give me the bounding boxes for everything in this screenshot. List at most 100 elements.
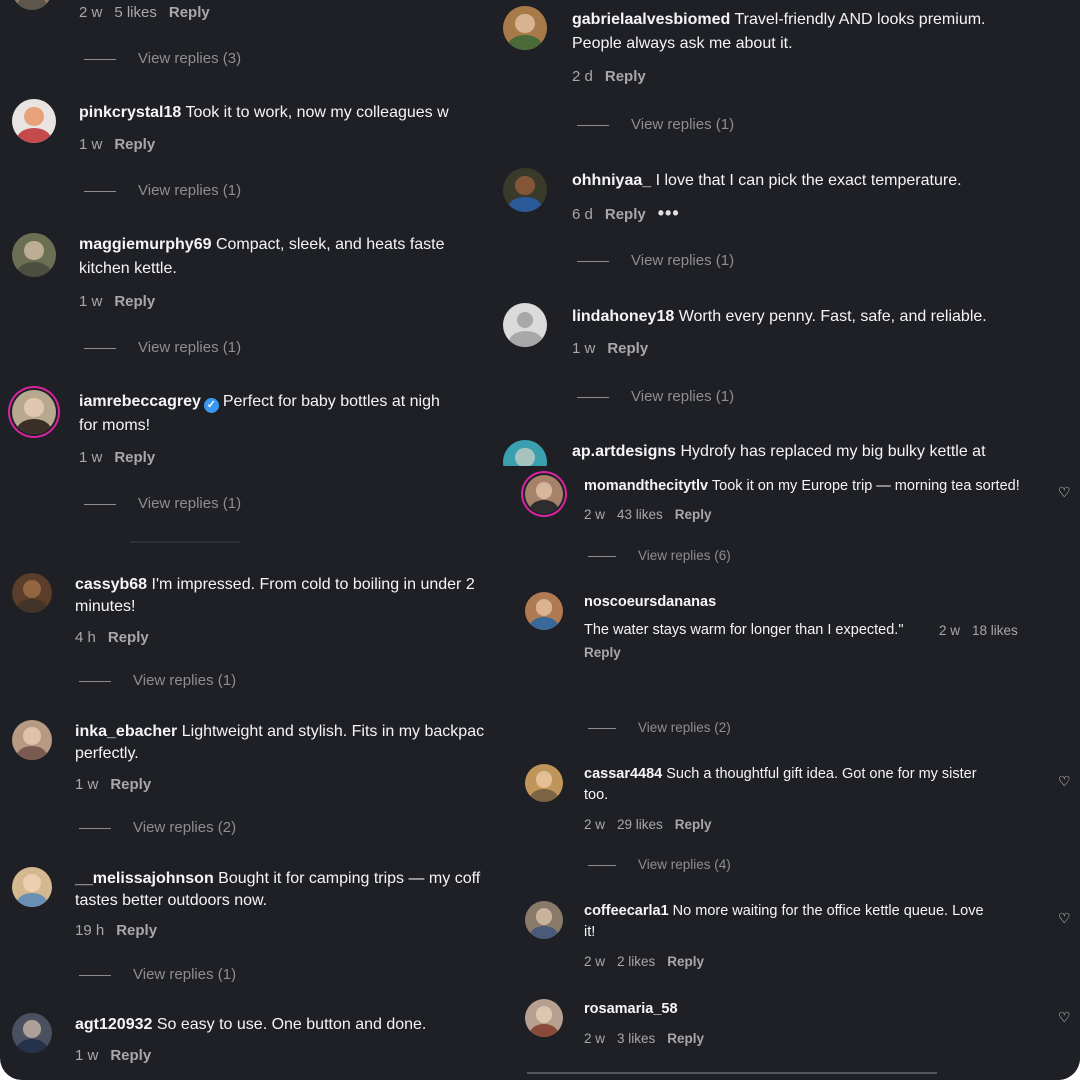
comment-time: 6 d xyxy=(572,206,593,223)
avatar[interactable] xyxy=(12,867,52,907)
reply-button[interactable]: Reply xyxy=(114,293,155,310)
view-replies-button[interactable]: View replies (2) xyxy=(79,818,236,838)
likes-count[interactable]: 2 likes xyxy=(617,954,655,969)
reply-button[interactable]: Reply xyxy=(607,340,648,357)
cut-line xyxy=(130,541,240,543)
reply-button[interactable]: Reply xyxy=(675,817,712,832)
comment-username[interactable]: iamrebeccagrey xyxy=(79,393,201,410)
comment-meta: 1 w Reply xyxy=(75,1046,163,1066)
comment-meta: 1 w Reply xyxy=(79,448,167,468)
comment-username[interactable]: gabrielaalvesbiomed xyxy=(572,11,730,28)
avatar[interactable] xyxy=(525,901,563,939)
reply-button[interactable]: Reply xyxy=(667,954,704,969)
like-heart-icon[interactable]: ♡ xyxy=(1058,911,1071,925)
comment-username[interactable]: maggiemurphy69 xyxy=(79,236,211,253)
comment-meta: 19 h Reply xyxy=(75,921,169,941)
view-replies-button[interactable]: View replies (1) xyxy=(84,181,241,201)
reply-button[interactable]: Reply xyxy=(169,4,210,21)
comment-meta: 6 d Reply ••• xyxy=(572,203,692,225)
comment-username[interactable]: pinkcrystal18 xyxy=(79,104,181,121)
likes-count[interactable]: 43 likes xyxy=(617,507,663,522)
view-replies-button[interactable]: View replies (3) xyxy=(84,49,241,69)
comment-time: 2 w xyxy=(584,507,606,522)
comment-text: coffeecarla1 No more waiting for the off… xyxy=(584,903,984,919)
reply-button[interactable]: Reply xyxy=(675,507,712,522)
likes-count[interactable]: 3 likes xyxy=(617,1031,655,1046)
reply-button[interactable]: Reply xyxy=(108,629,149,646)
comment-time: 2 d xyxy=(572,68,593,85)
reply-button[interactable]: Reply xyxy=(605,206,646,223)
comment-username[interactable]: coffeecarla1 xyxy=(584,903,669,919)
likes-count[interactable]: 29 likes xyxy=(617,817,663,832)
reply-button[interactable]: Reply xyxy=(114,136,155,153)
more-options-icon[interactable]: ••• xyxy=(658,203,680,223)
comment-time: 4 h xyxy=(75,629,96,646)
comment-time: 2 w xyxy=(584,817,606,832)
comment-text-line2: it! xyxy=(584,924,596,940)
comment-username[interactable]: inka_ebacher xyxy=(75,723,177,740)
view-replies-button[interactable]: View replies (1) xyxy=(577,387,734,407)
reply-button[interactable]: Reply xyxy=(110,776,151,793)
like-heart-icon[interactable]: ♡ xyxy=(1058,1010,1071,1024)
comment-username[interactable]: cassyb68 xyxy=(75,576,147,593)
comment-meta: Reply xyxy=(584,643,633,663)
avatar[interactable] xyxy=(503,440,547,466)
view-replies-button[interactable]: View replies (1) xyxy=(577,251,734,271)
avatar[interactable] xyxy=(525,475,563,513)
comment-text-line2: tastes better outdoors now. xyxy=(75,892,268,909)
view-replies-button[interactable]: View replies (1) xyxy=(79,965,236,985)
view-replies-button[interactable]: View replies (1) xyxy=(84,494,241,514)
likes-count[interactable]: 18 likes xyxy=(972,623,1018,638)
comment-username[interactable]: rosamaria_58 xyxy=(584,1001,678,1017)
avatar[interactable] xyxy=(12,233,56,277)
comment-username[interactable]: ohhniyaa_ xyxy=(572,172,651,189)
avatar[interactable] xyxy=(12,1013,52,1053)
avatar[interactable] xyxy=(12,573,52,613)
reply-button[interactable]: Reply xyxy=(667,1031,704,1046)
avatar[interactable] xyxy=(12,0,52,10)
avatar[interactable] xyxy=(525,999,563,1037)
comment-username[interactable]: momandthecitytlv xyxy=(584,478,708,494)
comment-time: 1 w xyxy=(572,340,596,357)
view-replies-button[interactable]: View replies (2) xyxy=(588,718,731,738)
like-heart-icon[interactable]: ♡ xyxy=(1058,774,1071,788)
comment-text: __melissajohnson Bought it for camping t… xyxy=(75,870,481,887)
reply-button[interactable]: Reply xyxy=(116,922,157,939)
view-replies-button[interactable]: View replies (4) xyxy=(588,855,731,875)
reply-button[interactable]: Reply xyxy=(584,645,621,660)
comment-meta: 1 w Reply xyxy=(75,775,163,795)
reply-button[interactable]: Reply xyxy=(110,1047,151,1064)
comment-username[interactable]: agt120932 xyxy=(75,1016,152,1033)
avatar[interactable] xyxy=(503,6,547,50)
comment-text-line2: perfectly. xyxy=(75,745,139,762)
comment-meta: 2 w 29 likes Reply xyxy=(584,815,724,835)
reply-button[interactable]: Reply xyxy=(114,449,155,466)
comment-time: 1 w xyxy=(79,293,103,310)
avatar[interactable] xyxy=(12,720,52,760)
view-replies-button[interactable]: View replies (1) xyxy=(79,671,236,691)
view-replies-button[interactable]: View replies (1) xyxy=(577,115,734,135)
comment-time: 19 h xyxy=(75,922,105,939)
likes-count[interactable]: 5 likes xyxy=(114,4,157,21)
comment-username[interactable]: cassar4484 xyxy=(584,766,662,782)
left-comments-column: 2 w 5 likes Reply View replies (3) pinkcry… xyxy=(0,0,490,1080)
overlay-comments-panel: momandthecitytlv Took it on my Europe tr… xyxy=(515,466,1080,1080)
comment-username[interactable]: ap.artdesigns xyxy=(572,443,676,460)
comment-meta: 2 d Reply xyxy=(572,67,658,87)
avatar[interactable] xyxy=(12,99,56,143)
comment-username[interactable]: lindahoney18 xyxy=(572,308,674,325)
reply-button[interactable]: Reply xyxy=(605,68,646,85)
avatar[interactable] xyxy=(525,592,563,630)
default-avatar-icon[interactable] xyxy=(503,303,547,347)
avatar[interactable] xyxy=(12,390,56,434)
like-heart-icon[interactable]: ♡ xyxy=(1058,485,1071,499)
avatar[interactable] xyxy=(525,764,563,802)
view-replies-button[interactable]: View replies (6) xyxy=(588,546,731,566)
avatar[interactable] xyxy=(503,168,547,212)
comment-username[interactable]: __melissajohnson xyxy=(75,870,214,887)
view-replies-button[interactable]: View replies (1) xyxy=(84,338,241,358)
comment-meta: 2 w 43 likes Reply xyxy=(584,505,724,525)
comment-text: cassyb68 I'm impressed. From cold to boi… xyxy=(75,576,475,593)
comment-username[interactable]: noscoeursdananas xyxy=(584,594,716,610)
comment-text: maggiemurphy69 Compact, sleek, and heats… xyxy=(79,236,445,253)
